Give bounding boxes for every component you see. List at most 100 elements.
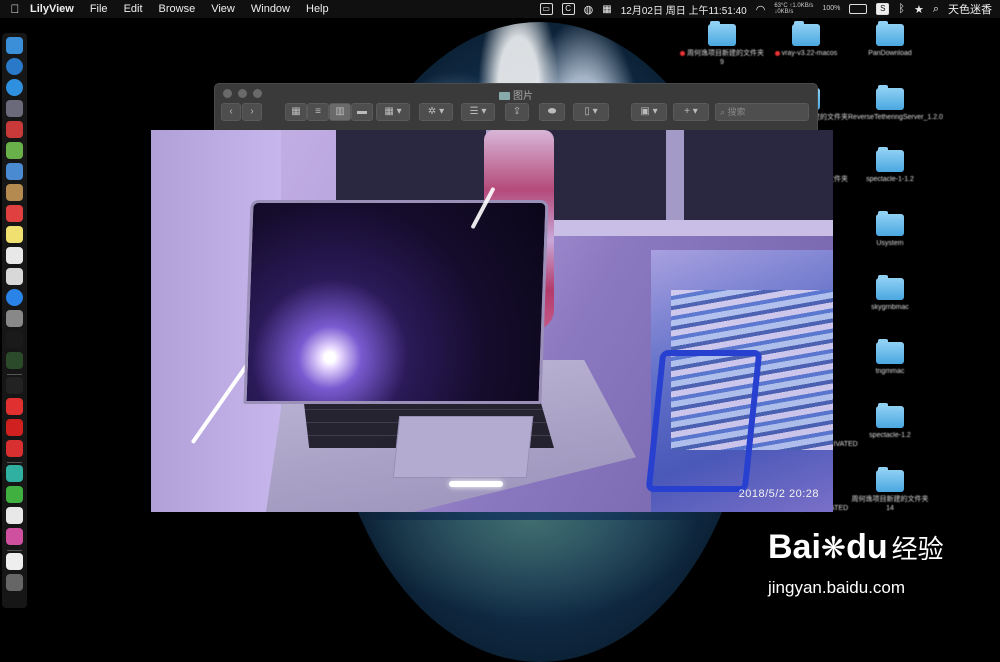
weibo-icon[interactable] bbox=[6, 440, 23, 457]
system-prefs-icon[interactable] bbox=[6, 310, 23, 327]
wechat-icon[interactable] bbox=[6, 486, 23, 503]
menu-browse[interactable]: Browse bbox=[159, 3, 196, 15]
finder-icon[interactable] bbox=[6, 37, 23, 54]
s-app-icon[interactable]: S bbox=[876, 3, 890, 15]
paw-icon: ❋ bbox=[820, 532, 847, 565]
finder-title: 图片 bbox=[215, 87, 817, 102]
folder-icon bbox=[876, 211, 904, 236]
battery-icon[interactable] bbox=[849, 4, 868, 14]
desktop-folder[interactable]: 周何逸项目新建的文件夹 14 bbox=[848, 467, 932, 513]
doc-icon[interactable] bbox=[6, 507, 23, 524]
folder-icon bbox=[876, 21, 904, 46]
apple-icon[interactable]:  bbox=[0, 2, 30, 16]
calendar-icon[interactable] bbox=[6, 205, 23, 222]
desktop-folder-text: spectacle-1-1.2 bbox=[866, 176, 914, 183]
desktop-folder-label: 周何逸项目新建的文件夹 9 bbox=[680, 49, 764, 67]
reminder-icon[interactable] bbox=[6, 121, 23, 138]
photos2-icon[interactable] bbox=[6, 528, 23, 545]
icon-view-button[interactable]: ▦ bbox=[285, 103, 307, 121]
calendar-icon[interactable]: ▦ bbox=[602, 4, 611, 15]
desktop-folder-text: ReverseTetheringServer_1.2.0 bbox=[848, 114, 943, 121]
teal-app-icon[interactable] bbox=[6, 465, 23, 482]
group-button[interactable]: ▦ ▾ bbox=[376, 103, 410, 121]
gallery-view-button[interactable]: ▬ bbox=[351, 103, 373, 121]
yandex-icon[interactable] bbox=[6, 398, 23, 415]
menu-window[interactable]: Window bbox=[251, 3, 290, 15]
trash-icon[interactable] bbox=[6, 574, 23, 591]
monitor-icon[interactable] bbox=[6, 352, 23, 369]
launchpad-icon[interactable] bbox=[6, 100, 23, 117]
photo-viewer-image[interactable]: 2018/5/2 20:28 bbox=[151, 130, 833, 512]
folder-icon bbox=[876, 339, 904, 364]
desktop-folder[interactable]: spectacle-1.2 bbox=[848, 403, 932, 440]
add-button[interactable]: + ▾ bbox=[673, 103, 709, 121]
activity-monitor-icon[interactable] bbox=[6, 331, 23, 348]
android-icon[interactable] bbox=[6, 142, 23, 159]
bluetooth-icon[interactable]: ᛒ bbox=[898, 3, 905, 15]
arrange-button[interactable]: ☰ ▾ bbox=[461, 103, 495, 121]
action-gear-button[interactable]: ✲ ▾ bbox=[419, 103, 453, 121]
spotlight-search-icon[interactable]: ⌕ bbox=[933, 3, 939, 16]
photo-book-rack bbox=[645, 350, 763, 492]
desktop-folder-text: skygrnbmac bbox=[871, 304, 909, 311]
menu-help[interactable]: Help bbox=[306, 3, 329, 15]
desktop-folder[interactable]: 周何逸项目新建的文件夹 9 bbox=[680, 21, 764, 67]
app-menu[interactable]: LilyView bbox=[30, 3, 74, 15]
menu-edit[interactable]: Edit bbox=[124, 3, 143, 15]
folder-icon bbox=[876, 467, 904, 492]
new-doc-button[interactable]: ▯ ▾ bbox=[573, 103, 609, 121]
menu-file[interactable]: File bbox=[90, 3, 108, 15]
dock-separator bbox=[7, 462, 22, 463]
list-view-button[interactable]: ≡ bbox=[307, 103, 329, 121]
safari-alt-icon[interactable] bbox=[6, 79, 23, 96]
desktop-folder[interactable]: spectacle-1-1.2 bbox=[848, 147, 932, 184]
desktop-folder-label: spectacle-1.2 bbox=[848, 431, 932, 440]
dock-separator bbox=[7, 550, 22, 551]
share-button[interactable]: ⇪ bbox=[505, 103, 529, 121]
globe-icon[interactable]: ◍ bbox=[584, 3, 594, 16]
user-name[interactable]: 天色迷香 bbox=[948, 1, 992, 17]
column-view-button[interactable]: ▥ bbox=[329, 103, 351, 121]
desktop-folder[interactable]: tngmmac bbox=[848, 339, 932, 376]
photo-timestamp: 2018/5/2 20:28 bbox=[738, 488, 819, 500]
dock-separator bbox=[7, 374, 22, 375]
desktop-folder-label: ReverseTetheringServer_1.2.0 bbox=[848, 113, 943, 122]
clipboard-icon[interactable]: C bbox=[561, 3, 575, 15]
system-stats[interactable]: 63°C ↑1.0KB/s ↓0KB/s bbox=[774, 3, 813, 15]
desktop-folder-text: PanDownload bbox=[868, 50, 912, 57]
menu-view[interactable]: View bbox=[211, 3, 235, 15]
finder-search-input[interactable]: ⌕ 搜索 bbox=[715, 103, 809, 121]
desktop-folder[interactable]: skygrnbmac bbox=[848, 275, 932, 312]
tag-button[interactable]: ⬬ bbox=[539, 103, 565, 121]
dock bbox=[2, 33, 27, 608]
preview-icon[interactable] bbox=[6, 163, 23, 180]
datetime[interactable]: 12月02日 周日 上午11:51:40 bbox=[621, 2, 747, 17]
display-icon[interactable]: ▭ bbox=[539, 3, 553, 15]
folder-icon bbox=[876, 403, 904, 428]
desktop-folder-text: spectacle-1.2 bbox=[869, 432, 911, 439]
stickies-icon[interactable] bbox=[6, 226, 23, 243]
desktop-folder[interactable]: Usystem bbox=[848, 211, 932, 248]
menu-bar:  LilyView File Edit Browse View Window … bbox=[0, 0, 1000, 18]
vivaldi-icon[interactable] bbox=[6, 419, 23, 436]
photos-icon[interactable] bbox=[6, 268, 23, 285]
file-icon[interactable] bbox=[6, 553, 23, 570]
wifi-icon[interactable]: ◠ bbox=[756, 3, 766, 16]
folder-icon bbox=[876, 147, 904, 172]
desktop-folder[interactable]: vray-v3.22-macos bbox=[764, 21, 848, 58]
desktop-folder-label: Usystem bbox=[848, 239, 932, 248]
desktop-folder[interactable]: PanDownload bbox=[848, 21, 932, 58]
star-icon[interactable]: ★ bbox=[914, 3, 924, 16]
clipboard-tool-button[interactable]: ▣ ▾ bbox=[631, 103, 667, 121]
forward-button[interactable]: › bbox=[242, 103, 262, 121]
safari-icon[interactable] bbox=[6, 58, 23, 75]
back-button[interactable]: ‹ bbox=[221, 103, 241, 121]
desktop-folder[interactable]: ReverseTetheringServer_1.2.0 bbox=[848, 85, 943, 122]
terminal-icon[interactable] bbox=[6, 377, 23, 394]
notes-icon[interactable] bbox=[6, 184, 23, 201]
desktop-folder-text: tngmmac bbox=[875, 368, 905, 375]
folder-icon bbox=[499, 92, 510, 101]
appstore-icon[interactable] bbox=[6, 289, 23, 306]
textedit-icon[interactable] bbox=[6, 247, 23, 264]
finder-window: 图片 ‹ › ▦ ≡ ▥ ▬ ▦ ▾ ✲ ▾ ☰ ▾ ⇪ ⬬ ▯ ▾ ▣ ▾ +… bbox=[214, 83, 818, 133]
